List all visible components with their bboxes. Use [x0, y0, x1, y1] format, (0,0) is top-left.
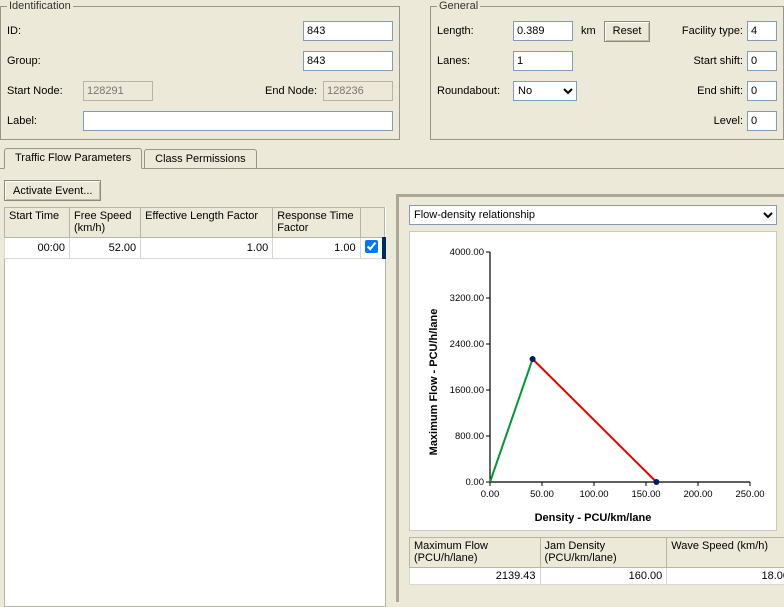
params-row[interactable]: 00:00 52.00 1.00 1.00 — [5, 238, 385, 259]
level-label: Level: — [714, 115, 743, 127]
col-response[interactable]: Response Time Factor — [273, 208, 360, 238]
cell-free-speed[interactable]: 52.00 — [70, 238, 141, 259]
xtick-2: 100.00 — [579, 489, 608, 500]
end-shift-label: End shift: — [697, 85, 743, 97]
col-start-time[interactable]: Start Time — [5, 208, 70, 238]
series-congested — [533, 359, 657, 482]
summary-row[interactable]: 2139.43 160.00 18.00 — [410, 568, 784, 585]
length-field[interactable] — [513, 21, 573, 41]
ytick-5: 4000.00 — [450, 247, 484, 258]
label-label: Label: — [7, 115, 83, 127]
ytick-0: 0.00 — [466, 477, 485, 488]
end-shift-field[interactable] — [747, 81, 777, 101]
length-label: Length: — [437, 25, 513, 37]
cell-eff-length[interactable]: 1.00 — [141, 238, 273, 259]
cell-max-flow[interactable]: 2139.43 — [410, 568, 541, 585]
cell-wave-speed[interactable]: 18.00 — [667, 568, 784, 585]
ytick-2: 1600.00 — [450, 385, 484, 396]
xtick-4: 200.00 — [683, 489, 712, 500]
id-field[interactable] — [303, 21, 393, 41]
series-free-flow — [490, 359, 533, 482]
row-check[interactable] — [365, 240, 378, 253]
group-field[interactable] — [303, 51, 393, 71]
start-shift-label: Start shift: — [693, 55, 743, 67]
general-legend: General — [437, 0, 480, 12]
start-node-field — [83, 81, 153, 101]
params-grid[interactable]: Start Time Free Speed (km/h) Effective L… — [4, 207, 386, 259]
general-group: General Length: km Reset Facility type: … — [430, 0, 784, 140]
id-label: ID: — [7, 25, 83, 37]
roundabout-select[interactable]: No — [513, 81, 577, 101]
ytick-4: 3200.00 — [450, 293, 484, 304]
level-field[interactable] — [747, 111, 777, 131]
facility-label: Facility type: — [682, 25, 743, 37]
grid-empty-area — [4, 259, 386, 607]
start-node-label: Start Node: — [7, 85, 83, 97]
xtick-5: 250.00 — [735, 489, 764, 500]
reset-button[interactable]: Reset — [604, 21, 651, 42]
group-label: Group: — [7, 55, 83, 67]
roundabout-label: Roundabout: — [437, 85, 513, 97]
xtick-1: 50.00 — [530, 489, 554, 500]
marker-peak — [530, 356, 536, 362]
lanes-field[interactable] — [513, 51, 573, 71]
col-jam-dens[interactable]: Jam Density (PCU/km/lane) — [540, 538, 667, 568]
summary-table[interactable]: Maximum Flow (PCU/h/lane) Jam Density (P… — [409, 537, 784, 585]
cell-start-time[interactable]: 00:00 — [5, 238, 70, 259]
xtick-0: 0.00 — [481, 489, 500, 500]
col-check[interactable] — [360, 208, 384, 238]
col-eff-length[interactable]: Effective Length Factor — [141, 208, 273, 238]
identification-group: Identification ID: Group: Start Node: En… — [0, 0, 400, 140]
tab-strip: Traffic Flow Parameters Class Permission… — [4, 148, 259, 169]
ytick-3: 2400.00 — [450, 339, 484, 350]
length-unit: km — [581, 25, 596, 37]
chart-type-select[interactable]: Flow-density relationship — [409, 205, 777, 225]
identification-legend: Identification — [7, 0, 73, 12]
lanes-label: Lanes: — [437, 55, 513, 67]
end-node-label: End Node: — [265, 85, 317, 97]
cell-jam-dens[interactable]: 160.00 — [540, 568, 667, 585]
chart-ylabel: Maximum Flow - PCU/h/lane — [428, 272, 440, 492]
col-max-flow[interactable]: Maximum Flow (PCU/h/lane) — [410, 538, 541, 568]
xtick-3: 150.00 — [631, 489, 660, 500]
tab-class-permissions[interactable]: Class Permissions — [144, 149, 256, 169]
chart-xlabel: Density - PCU/km/lane — [410, 512, 776, 524]
col-wave-speed[interactable]: Wave Speed (km/h) — [667, 538, 784, 568]
marker-jam — [653, 479, 659, 485]
activate-event-button[interactable]: Activate Event... — [4, 180, 101, 201]
right-panel: Flow-density relationship 0.00 800.00 16… — [396, 176, 784, 604]
label-field[interactable] — [83, 111, 393, 131]
start-shift-field[interactable] — [747, 51, 777, 71]
tab-traffic-flow[interactable]: Traffic Flow Parameters — [4, 148, 142, 169]
left-panel: Activate Event... Start Time Free Speed … — [4, 176, 386, 600]
col-free-speed[interactable]: Free Speed (km/h) — [70, 208, 141, 238]
flow-density-chart: 0.00 800.00 1600.00 2400.00 3200.00 4000… — [409, 231, 777, 531]
end-node-field — [323, 81, 393, 101]
ytick-1: 800.00 — [455, 431, 484, 442]
cell-response[interactable]: 1.00 — [273, 238, 360, 259]
facility-field[interactable] — [747, 21, 777, 41]
